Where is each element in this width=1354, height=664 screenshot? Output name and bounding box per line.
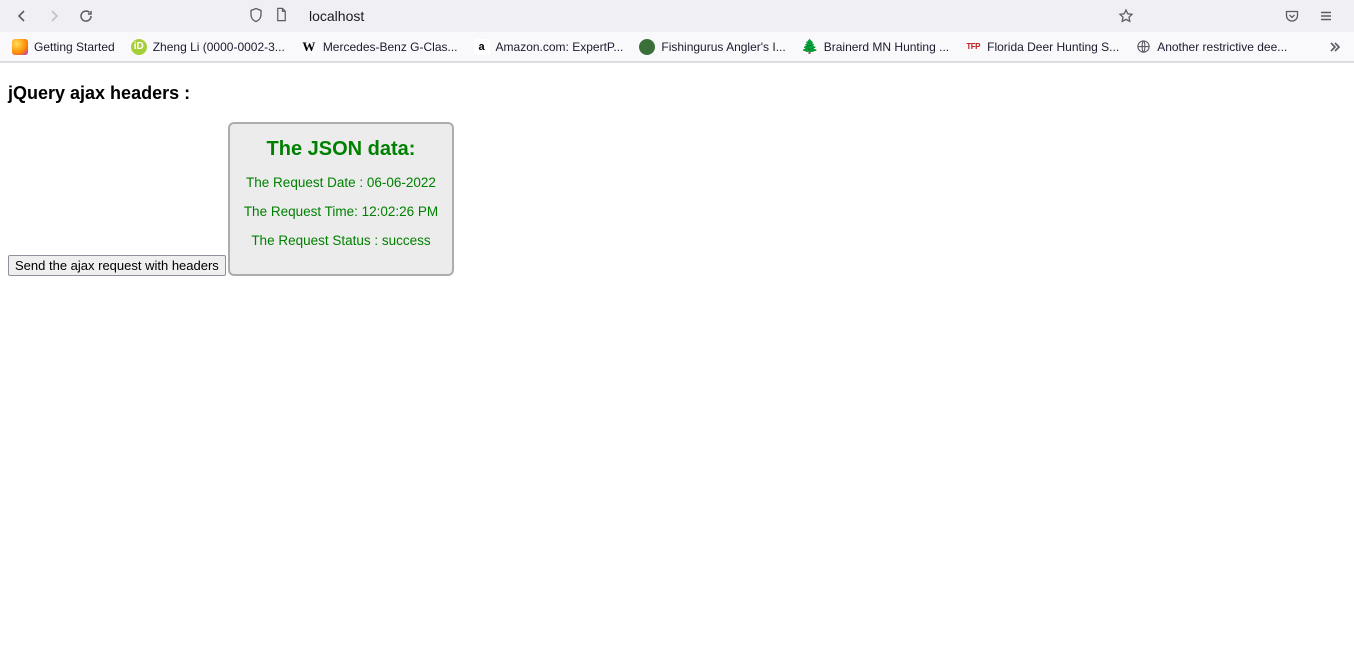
request-date-line: The Request Date : 06-06-2022 <box>244 175 438 190</box>
page-content: jQuery ajax headers : Send the ajax requ… <box>0 63 1354 284</box>
pocket-icon[interactable] <box>1278 2 1306 30</box>
bookmark-favicon: TFP <box>965 39 981 55</box>
bookmark-label: Fishingurus Angler's I... <box>661 40 785 54</box>
bookmark-star-icon[interactable] <box>1112 2 1140 30</box>
url-text: localhost <box>309 8 364 24</box>
bookmark-item[interactable]: TFP Florida Deer Hunting S... <box>959 37 1125 57</box>
browser-chrome: localhost Getting Started iD Zheng Li (000… <box>0 0 1354 63</box>
bookmark-label: Brainerd MN Hunting ... <box>824 40 949 54</box>
reload-button[interactable] <box>72 2 100 30</box>
bookmark-label: Mercedes-Benz G-Clas... <box>323 40 458 54</box>
page-heading: jQuery ajax headers : <box>8 83 1346 104</box>
bookmark-label: Florida Deer Hunting S... <box>987 40 1119 54</box>
bookmark-label: Zheng Li (0000-0002-3... <box>153 40 285 54</box>
bookmark-item[interactable]: W Mercedes-Benz G-Clas... <box>295 37 464 57</box>
menu-icon[interactable] <box>1312 2 1340 30</box>
shield-icon[interactable] <box>248 7 264 26</box>
bookmark-label: Getting Started <box>34 40 115 54</box>
bookmark-favicon <box>12 39 28 55</box>
bookmark-label: Another restrictive dee... <box>1157 40 1287 54</box>
bookmarks-overflow-icon[interactable] <box>1320 33 1348 61</box>
request-time-line: The Request Time: 12:02:26 PM <box>244 204 438 219</box>
json-result-box: The JSON data: The Request Date : 06-06-… <box>228 122 454 276</box>
send-ajax-button[interactable]: Send the ajax request with headers <box>8 255 226 276</box>
address-bar-icons <box>248 7 289 26</box>
navigation-toolbar: localhost <box>0 0 1354 32</box>
bookmark-favicon: iD <box>131 39 147 55</box>
bookmark-item[interactable]: Fishingurus Angler's I... <box>633 37 791 57</box>
bookmark-item[interactable]: iD Zheng Li (0000-0002-3... <box>125 37 291 57</box>
request-status-line: The Request Status : success <box>244 233 438 248</box>
bookmark-item[interactable]: a Amazon.com: ExpertP... <box>468 37 630 57</box>
address-bar[interactable]: localhost <box>293 2 1108 30</box>
bookmark-favicon: a <box>474 39 490 55</box>
bookmark-favicon: 🌲 <box>802 39 818 55</box>
bookmark-label: Amazon.com: ExpertP... <box>496 40 624 54</box>
bookmark-item[interactable]: Another restrictive dee... <box>1129 37 1293 57</box>
back-button[interactable] <box>8 2 36 30</box>
bookmark-item[interactable]: Getting Started <box>6 37 121 57</box>
bookmark-favicon <box>1135 39 1151 55</box>
bookmark-item[interactable]: 🌲 Brainerd MN Hunting ... <box>796 37 955 57</box>
json-box-title: The JSON data: <box>244 138 438 161</box>
bookmark-favicon: W <box>301 39 317 55</box>
bookmarks-toolbar: Getting Started iD Zheng Li (0000-0002-3..… <box>0 32 1354 62</box>
bookmark-favicon <box>639 39 655 55</box>
forward-button[interactable] <box>40 2 68 30</box>
page-icon <box>274 7 289 25</box>
